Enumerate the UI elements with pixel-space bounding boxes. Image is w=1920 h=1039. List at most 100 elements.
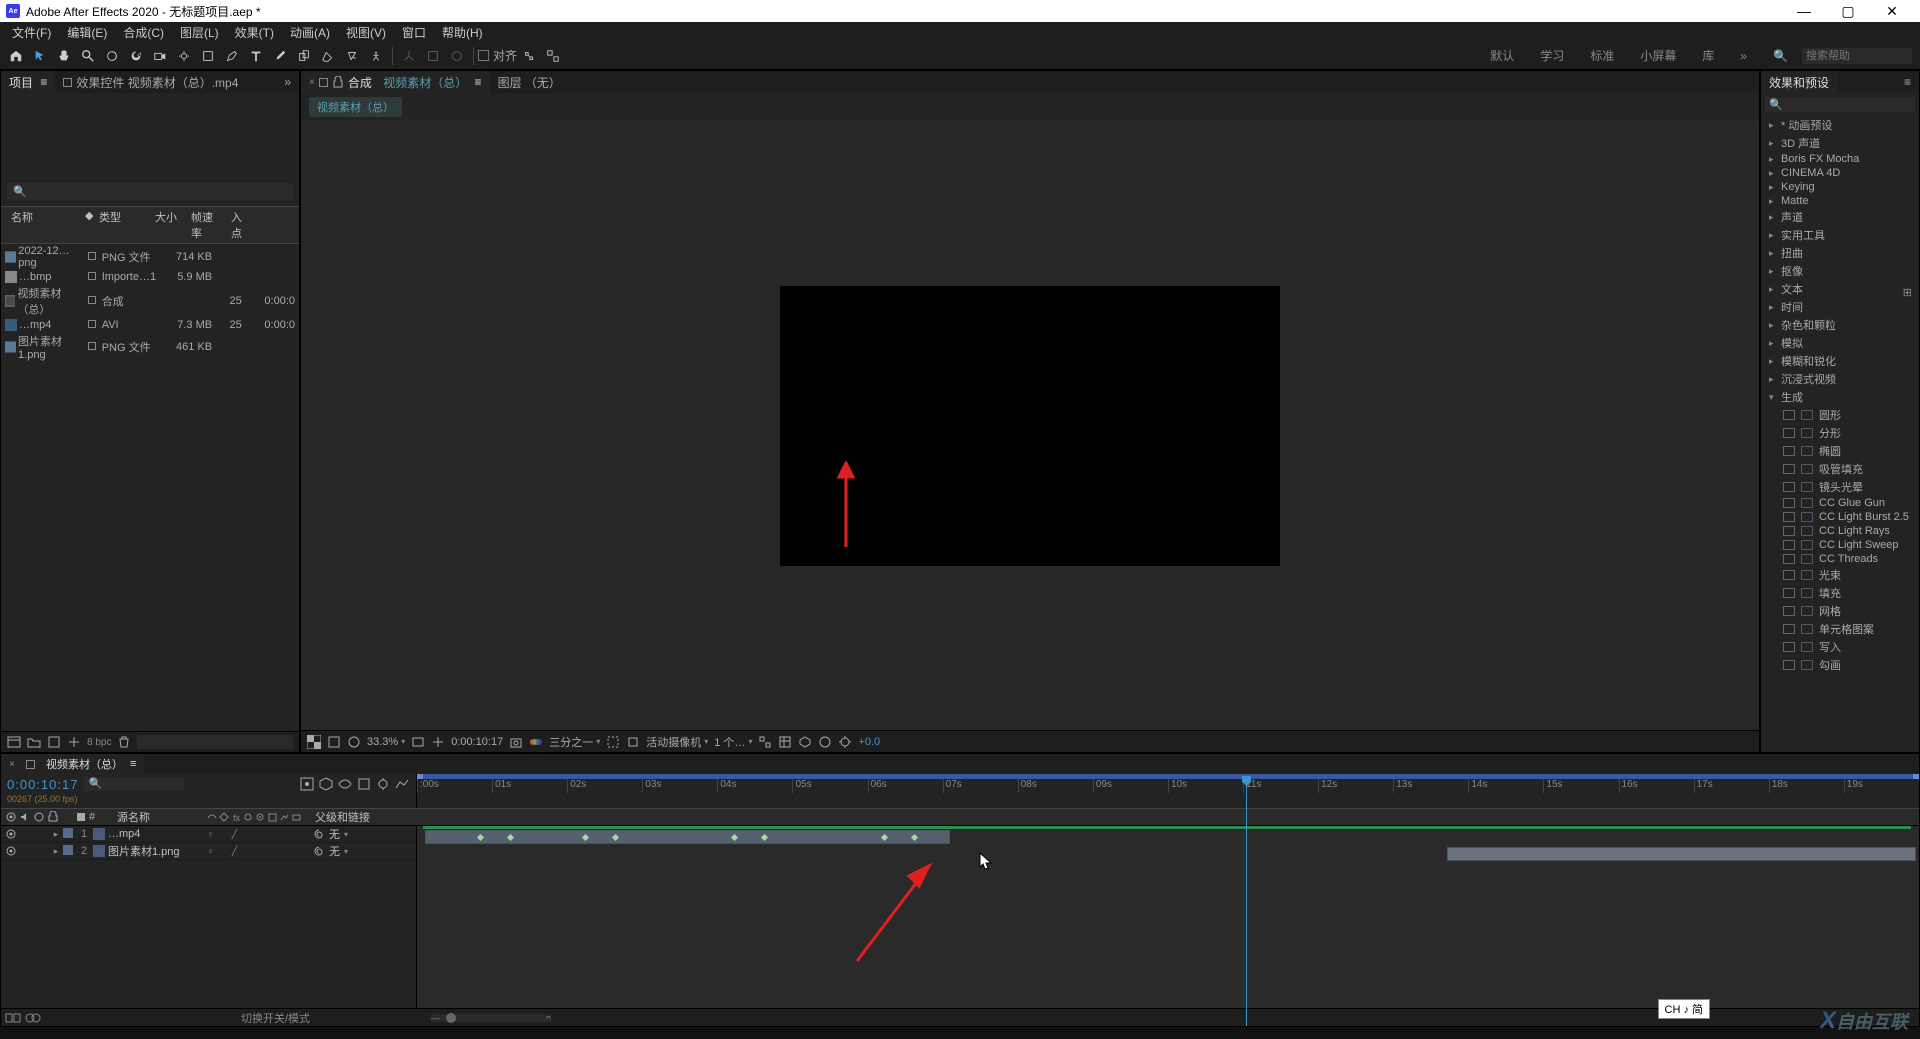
rotate-tool-icon[interactable]: [126, 46, 146, 66]
keyframe[interactable]: [611, 834, 618, 841]
fx-effect[interactable]: CC Light Sweep: [1761, 538, 1919, 552]
fx-effect[interactable]: 填充: [1761, 584, 1919, 602]
fx-effect[interactable]: 勾画: [1761, 656, 1919, 674]
project-item[interactable]: 2022-12…png PNG 文件714 KB: [1, 244, 299, 270]
pixel-icon[interactable]: [778, 735, 792, 749]
bpc-label[interactable]: 8 bpc: [87, 737, 111, 748]
res-dropdown[interactable]: 三分之一▾: [549, 734, 600, 750]
timeline-ruler[interactable]: :00s01s02s03s04s05s06s07s08s09s10s11s12s…: [417, 774, 1919, 808]
home-icon[interactable]: [6, 46, 26, 66]
local-axis-icon[interactable]: [399, 46, 419, 66]
comp-mini-icon[interactable]: [299, 776, 315, 792]
brush-tool-icon[interactable]: [270, 46, 290, 66]
3d-icon[interactable]: [798, 735, 812, 749]
fx-effect[interactable]: CC Light Rays: [1761, 524, 1919, 538]
fx-effect[interactable]: 吸管填充: [1761, 460, 1919, 478]
menu-composition[interactable]: 合成(C): [115, 22, 172, 43]
fx-effect[interactable]: 椭圆: [1761, 442, 1919, 460]
current-time[interactable]: 0:00:10:17: [451, 736, 503, 748]
selection-tool-icon[interactable]: [30, 46, 50, 66]
pickwhip-icon[interactable]: [313, 845, 325, 857]
exposure-value[interactable]: +0.0: [858, 736, 880, 748]
motion-blur-icon[interactable]: [375, 776, 391, 792]
track-row[interactable]: [417, 846, 1919, 862]
label-col-icon[interactable]: [75, 811, 87, 823]
adjust-icon[interactable]: [67, 735, 81, 749]
menu-window[interactable]: 窗口: [394, 22, 434, 43]
project-item[interactable]: 图片素材1.png PNG 文件461 KB: [1, 332, 299, 362]
layer-row[interactable]: ▸1…mp4♀╱无▾: [1, 826, 416, 843]
transparency-icon[interactable]: [626, 735, 640, 749]
pan-behind-tool-icon[interactable]: [174, 46, 194, 66]
world-axis-icon[interactable]: [423, 46, 443, 66]
project-item[interactable]: …bmp Importe…15.9 MB: [1, 270, 299, 284]
parent-col[interactable]: 父级和链接: [311, 809, 417, 825]
solo-col-icon[interactable]: [33, 811, 45, 823]
ws-overflow-icon[interactable]: »: [1730, 49, 1757, 63]
fx-group[interactable]: ▸CINEMA 4D: [1761, 166, 1919, 180]
fx-group[interactable]: ▸扭曲: [1761, 244, 1919, 262]
menu-file[interactable]: 文件(F): [4, 22, 59, 43]
toggle-switches-icon[interactable]: [5, 1011, 21, 1025]
camera-dropdown[interactable]: 活动摄像机▾: [646, 734, 708, 750]
fx-group[interactable]: ▸时间: [1761, 298, 1919, 316]
ws-small[interactable]: 小屏幕: [1630, 47, 1686, 64]
fx-effect[interactable]: CC Threads: [1761, 552, 1919, 566]
fx-group[interactable]: ▸Boris FX Mocha: [1761, 152, 1919, 166]
fx-group[interactable]: ▸模拟: [1761, 334, 1919, 352]
col-name[interactable]: 名称: [5, 209, 77, 241]
twirl-icon[interactable]: ▸: [49, 829, 63, 840]
project-item[interactable]: 视频素材（总） 合成250:00:0: [1, 284, 299, 318]
eraser-tool-icon[interactable]: [318, 46, 338, 66]
fx-group[interactable]: ▸实用工具: [1761, 226, 1919, 244]
track-row[interactable]: [417, 829, 1919, 845]
pickwhip-icon[interactable]: [313, 828, 325, 840]
share-icon[interactable]: [758, 735, 772, 749]
ime-indicator[interactable]: CH ♪ 简: [1658, 999, 1711, 1019]
menu-view[interactable]: 视图(V): [338, 22, 394, 43]
fx-group[interactable]: ▸杂色和颗粒: [1761, 316, 1919, 334]
ws-libraries[interactable]: 库: [1692, 47, 1724, 64]
snap-toggle[interactable]: 对齐: [478, 47, 517, 64]
twirl-icon[interactable]: ▸: [49, 846, 63, 857]
switches-label[interactable]: 切换开关/模式: [241, 1010, 310, 1026]
fx-group-open[interactable]: ▾生成: [1761, 388, 1919, 406]
layer-bar[interactable]: [1447, 847, 1916, 861]
effect-controls-tab[interactable]: 效果控件 视频素材（总）.mp4: [55, 71, 246, 94]
comp-viewer[interactable]: [301, 121, 1759, 730]
snapshot-icon[interactable]: [509, 735, 523, 749]
fx-effect[interactable]: 光束: [1761, 566, 1919, 584]
maximize-button[interactable]: ▢: [1826, 0, 1870, 22]
timeline-timecode[interactable]: 0:00:10:17: [7, 777, 78, 792]
effects-tab[interactable]: 效果和预设: [1761, 71, 1837, 94]
keyframe[interactable]: [477, 834, 484, 841]
fx-effect[interactable]: 圆形: [1761, 406, 1919, 424]
fx-group[interactable]: ▸Keying: [1761, 180, 1919, 194]
show-channel-icon[interactable]: [529, 735, 543, 749]
zoom-tool-icon[interactable]: [78, 46, 98, 66]
keyframe[interactable]: [911, 834, 918, 841]
fast-preview-icon[interactable]: [431, 735, 445, 749]
folder-icon[interactable]: [27, 735, 41, 749]
views-dropdown[interactable]: 1 个…▾: [714, 734, 752, 750]
rect-tool-icon[interactable]: [198, 46, 218, 66]
ws-learn[interactable]: 学习: [1530, 47, 1574, 64]
full-res-icon[interactable]: [411, 735, 425, 749]
menu-effect[interactable]: 效果(T): [227, 22, 282, 43]
hand-tool-icon[interactable]: [54, 46, 74, 66]
toggle-modes-icon[interactable]: [25, 1011, 41, 1025]
fx-effect[interactable]: CC Glue Gun: [1761, 496, 1919, 510]
fx-effect[interactable]: 写入: [1761, 638, 1919, 656]
eye-icon[interactable]: [5, 845, 17, 857]
ws-standard[interactable]: 标准: [1580, 47, 1624, 64]
mask-icon[interactable]: [347, 735, 361, 749]
fx-group[interactable]: ▸抠像: [1761, 262, 1919, 280]
fx-effect[interactable]: 分形: [1761, 424, 1919, 442]
col-size[interactable]: 大小: [143, 209, 183, 241]
text-tool-icon[interactable]: [246, 46, 266, 66]
zoom-dropdown[interactable]: 33.3%▾: [367, 736, 405, 748]
fx-group[interactable]: ▸Matte: [1761, 194, 1919, 208]
snapping-icon[interactable]: [519, 46, 539, 66]
clone-tool-icon[interactable]: [294, 46, 314, 66]
roto-tool-icon[interactable]: [342, 46, 362, 66]
